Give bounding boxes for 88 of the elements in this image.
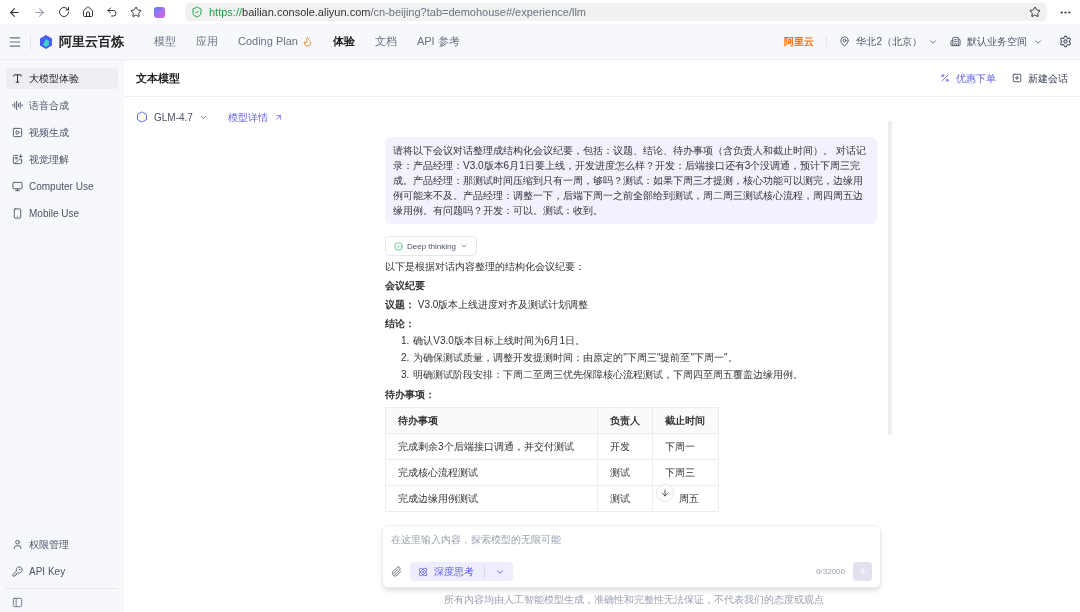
table-cell: 开发 [597,433,653,460]
favorites-icon[interactable] [130,6,142,18]
sidebar-item[interactable]: 语音合成 [6,95,118,116]
flame-icon [301,36,313,47]
address-bar[interactable]: https://bailian.console.aliyun.com/cn-beijing?tab=demohouse#/experience/llm [185,3,1047,21]
cloud-logo: 阿里云 [784,35,815,49]
settings-icon[interactable] [1059,35,1072,48]
nav-tab[interactable]: Coding Plan [238,33,313,50]
back-icon[interactable] [8,5,21,19]
ai-extension-icon[interactable] [154,6,165,18]
phone-icon [12,208,23,219]
attach-icon[interactable] [391,566,402,577]
user-message: 请将以下会议对话整理成结构化会议纪要，包括：议题、结论、待办事项（含负责人和截止时间）。 对话记录：产品经理：V3.0版本6月1日要上线，开发进度怎么样？开发：后端接口还有3个没调通，预计下周三完成。产品经理：那测试时间压缩到只有一周，够吗？测试：如果下周三才提测，核心功能可以测完，边缘用例可能来不及。产品经理：调整一下，后端下周一之前全部给到测试，周二周三测试核心流程，周四周五边缘用例。有问题吗？开发：可以。测试：收到。 [385,137,877,224]
undo-icon[interactable] [106,6,118,18]
nav-tab[interactable]: 模型 [154,33,176,50]
answer-intro: 以下是根据对话内容整理的结构化会议纪要： [385,260,586,274]
secure-icon [191,6,203,18]
sidebar-item[interactable]: Computer Use [6,176,118,197]
bookmark-icon[interactable] [1029,6,1041,18]
model-icon [136,111,148,123]
table-cell: 下周一 [652,433,719,460]
home-icon[interactable] [82,6,94,18]
waveform-icon [12,100,23,111]
key-icon [12,566,23,577]
table-cell: 测试 [597,459,653,486]
nav-tab[interactable]: 体验 [332,33,355,50]
list-number: 1. [401,334,410,348]
conclusion-label: 结论： [385,317,416,331]
nav-tab[interactable]: API 参考 [416,33,460,50]
char-count: 0/32000 [816,565,845,578]
sidebar-item[interactable]: Mobile Use [6,203,118,224]
arrow-up-icon [857,566,868,577]
workspace-select[interactable]: 默认业务空间 [950,34,1043,49]
table-header: 负责人 [597,407,653,434]
list-number: 3. [401,368,410,382]
table-cell: 测试 [597,485,653,512]
coupon-link[interactable]: 优惠下单 [940,70,996,86]
table-cell: 完成核心流程测试 [385,459,598,486]
check-icon [394,241,403,251]
collapse-sidebar-icon[interactable] [12,597,23,608]
disclaimer: 所有内容均由人工智能模型生成，准确性和完整性无法保证，不代表我们的态度或观点 [444,593,824,607]
forward-icon[interactable] [33,5,46,19]
scroll-down-button[interactable] [656,484,674,502]
table-header: 截止时间 [652,407,719,434]
building-icon [950,36,961,47]
image-icon [12,154,23,165]
arrow-down-icon [660,488,670,498]
chevron-icon [459,242,468,250]
topic-text: V3.0版本上线进度对齐及测试计划调整 [417,299,589,310]
user-icon [12,539,23,550]
logo-icon [39,34,53,49]
table-header: 待办事项 [385,407,598,434]
sidebar-item[interactable]: 视频生成 [6,122,118,143]
deep-thinking-toggle[interactable]: Deep thinking [385,236,477,256]
text-icon [12,73,23,84]
sidebar-item[interactable]: 权限管理 [6,534,118,555]
conclusion-item: 明确测试阶段安排：下周二至周三优先保障核心流程测试，下周四至周五覆盖边缘用例。 [413,368,804,382]
table-cell: 完成边缘用例测试 [385,485,598,512]
brand-name: 阿里云百炼 [59,32,124,51]
url-text: https://bailian.console.aliyun.com/cn-beijing?tab=demohouse#/experience/llm [209,4,586,20]
discount-icon [940,73,950,83]
external-link-icon [273,112,283,122]
table-cell: 完成剩余3个后端接口调通，并交付测试 [385,433,598,460]
video-icon [12,127,23,138]
region-select[interactable]: 华北2（北京） [839,34,938,49]
sidebar-item[interactable]: API Key [6,561,118,582]
atom-icon [418,566,428,577]
panel-title: 文本模型 [136,70,180,86]
sidebar-item[interactable]: 视觉理解 [6,149,118,170]
nav-tab[interactable]: 文档 [374,33,397,50]
sidebar-item[interactable]: 大模型体验 [6,68,118,89]
todo-label: 待办事项： [385,388,436,402]
table-cell: 下周三 [652,459,719,486]
conclusion-item: 为确保测试质量，调整开发提测时间：由原定的"下周三"提前至"下周一"。 [413,351,738,365]
menu-icon[interactable] [8,34,22,49]
reload-icon[interactable] [58,6,70,18]
deep-thinking-button[interactable]: 深度思考 [410,562,513,581]
new-chat-button[interactable]: 新建会话 [1012,70,1068,86]
monitor-icon [12,181,23,192]
list-number: 2. [401,351,410,365]
answer-heading: 会议纪要 [385,279,426,293]
nav-tab[interactable]: 应用 [196,33,218,50]
conclusion-item: 确认V3.0版本目标上线时间为6月1日。 [413,334,586,348]
model-select[interactable]: GLM-4.7 [136,109,208,125]
message-input[interactable]: 在这里输入内容，探索模型的无限可能 [391,532,872,547]
location-icon [839,36,851,47]
topic-label: 议题： [385,299,415,310]
model-details-link[interactable]: 模型详情 [227,109,283,125]
